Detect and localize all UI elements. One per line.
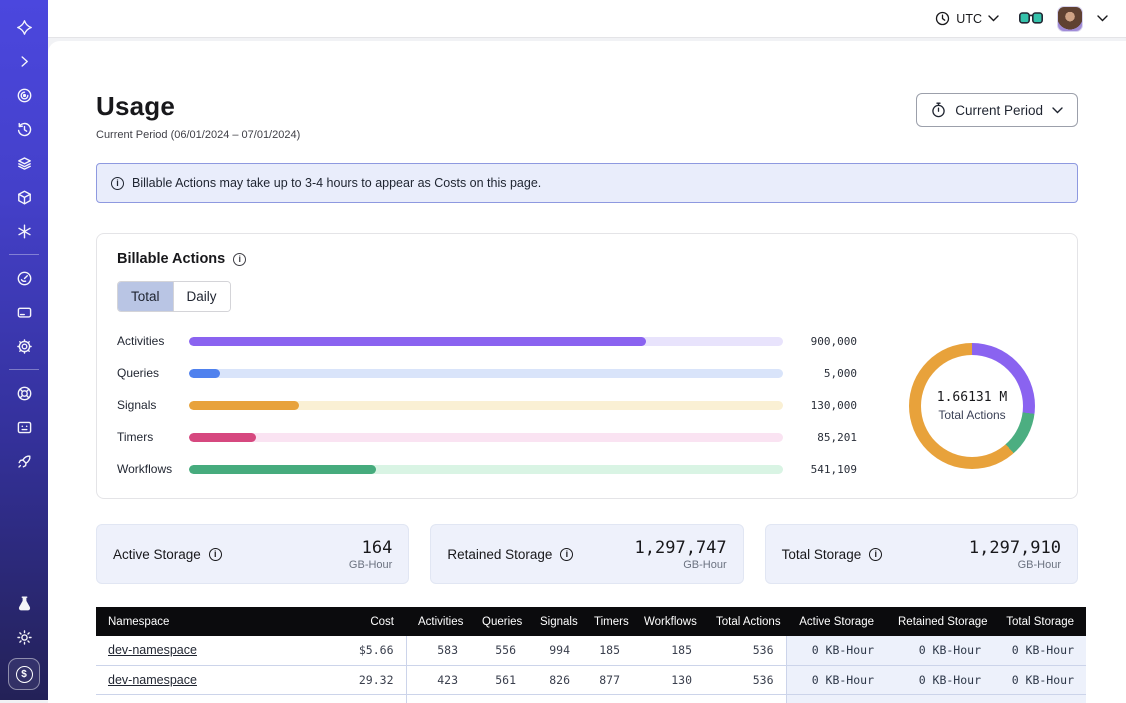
billable-actions-title: Billable Actions: [117, 251, 225, 267]
info-icon[interactable]: i: [560, 548, 573, 561]
rocket-icon[interactable]: [8, 446, 40, 476]
total-actions-label: Total Actions: [938, 408, 1005, 422]
table-header-row: Namespace Cost Activities Queries Signal…: [96, 607, 1086, 636]
active-storage-value: 164: [349, 538, 392, 558]
namespace-link[interactable]: dev-namespace: [108, 673, 197, 687]
bar-row-timers: Timers 85,201: [117, 430, 857, 444]
topbar: UTC: [48, 0, 1126, 38]
total-actions-value: 1.66131 M: [937, 390, 1007, 405]
chevron-down-icon: [988, 15, 999, 22]
retained-storage-card: Retained Storage i 1,297,747 GB-Hour: [430, 524, 743, 584]
billable-actions-card: Billable Actions i Total Daily Activitie…: [96, 233, 1078, 499]
info-icon: i: [111, 177, 124, 190]
temporal-logo[interactable]: [8, 12, 40, 42]
main-area: Usage Current Period (06/01/2024 – 07/01…: [48, 38, 1126, 700]
period-selector-button[interactable]: Current Period: [916, 93, 1078, 127]
info-icon[interactable]: i: [233, 253, 246, 266]
bar-row-workflows: Workflows 541,109: [117, 462, 857, 476]
account-menu-chevron-icon[interactable]: [1097, 15, 1108, 22]
nexus-asterisk-icon[interactable]: [8, 216, 40, 246]
page-title: Usage: [96, 91, 300, 122]
tab-total[interactable]: Total: [118, 282, 173, 311]
history-icon[interactable]: [8, 114, 40, 144]
clock-icon: [935, 11, 950, 26]
timezone-selector[interactable]: UTC: [935, 11, 999, 26]
sidebar-divider: [9, 254, 39, 255]
total-storage-card: Total Storage i 1,297,910 GB-Hour: [765, 524, 1078, 584]
total-actions-donut: 1.66131 M Total Actions: [887, 343, 1057, 469]
bar-row-queries: Queries 5,000: [117, 366, 857, 380]
settings-gear-icon[interactable]: [8, 331, 40, 361]
timezone-label: UTC: [956, 12, 982, 26]
namespace-link[interactable]: dev-namespace: [108, 643, 197, 657]
bar-row-activities: Activities 900,000: [117, 334, 857, 348]
feedback-screen-icon[interactable]: [8, 412, 40, 442]
cube-icon[interactable]: [8, 182, 40, 212]
user-avatar[interactable]: [1057, 6, 1083, 32]
bar-row-signals: Signals 130,000: [117, 398, 857, 412]
namespace-usage-table: Namespace Cost Activities Queries Signal…: [96, 607, 1086, 703]
active-storage-card: Active Storage i 164 GB-Hour: [96, 524, 409, 584]
stopwatch-icon: [931, 102, 946, 118]
page-subtitle: Current Period (06/01/2024 – 07/01/2024): [96, 129, 300, 141]
info-icon[interactable]: i: [209, 548, 222, 561]
table-row: dev-namespace $3.35 492 536 883 816 600 …: [96, 694, 1086, 703]
dollar-coin-icon: $: [16, 666, 33, 683]
chevron-down-icon: [1052, 107, 1063, 114]
theme-sun-icon[interactable]: [8, 622, 40, 652]
tab-daily[interactable]: Daily: [173, 282, 230, 311]
content-panel: Usage Current Period (06/01/2024 – 07/01…: [48, 41, 1126, 703]
total-daily-toggle: Total Daily: [117, 281, 231, 312]
usage-gauge-icon[interactable]: [8, 263, 40, 293]
expand-sidebar-chevron-icon[interactable]: [8, 46, 40, 76]
period-selector-label: Current Period: [955, 103, 1043, 118]
table-row: dev-namespace $5.66 583 556 994 185 185 …: [96, 636, 1086, 665]
billing-card-icon[interactable]: [8, 297, 40, 327]
credits-button[interactable]: $: [8, 658, 40, 690]
total-storage-value: 1,297,910: [969, 538, 1061, 558]
glasses-icon[interactable]: [1019, 12, 1043, 25]
sidebar-divider: [9, 369, 39, 370]
table-row: dev-namespace 29.32 423 561 826 877 130 …: [96, 665, 1086, 694]
info-icon[interactable]: i: [869, 548, 882, 561]
billable-actions-bar-chart: Activities 900,000 Queries 5,000 Signals: [117, 334, 857, 478]
layers-icon[interactable]: [8, 148, 40, 178]
namespaces-icon[interactable]: [8, 80, 40, 110]
support-lifebuoy-icon[interactable]: [8, 378, 40, 408]
info-banner: i Billable Actions may take up to 3-4 ho…: [96, 163, 1078, 203]
info-banner-text: Billable Actions may take up to 3-4 hour…: [132, 176, 541, 190]
sidebar: $: [0, 0, 48, 700]
labs-flask-icon[interactable]: [8, 588, 40, 618]
retained-storage-value: 1,297,747: [635, 538, 727, 558]
